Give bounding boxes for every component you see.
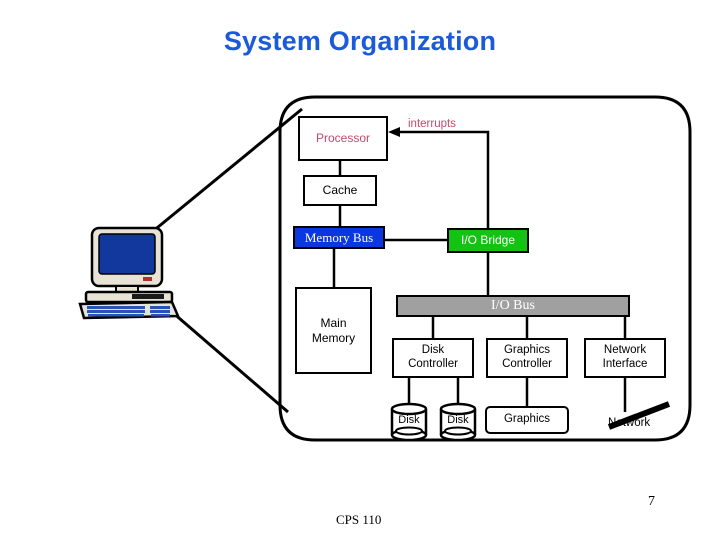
- box-graphics-label: Graphics: [503, 413, 551, 426]
- monitor-power-led: [143, 277, 152, 281]
- slide-canvas: System Organization Disk Disk Processor …: [0, 0, 720, 540]
- bar-memory-bus-label: Memory Bus: [304, 229, 374, 245]
- footer-course-label: CPS 110: [336, 512, 382, 527]
- floppy-slot: [132, 294, 164, 299]
- label-network: Network: [608, 417, 651, 429]
- bar-io-bridge-label: I/O Bridge: [460, 233, 516, 248]
- box-main-memory-label-line1: Main: [320, 316, 347, 331]
- box-main-memory: Main Memory: [295, 287, 372, 374]
- box-graphics-controller: Graphics Controller: [486, 338, 568, 378]
- footer-page-number: 7: [648, 494, 655, 509]
- keyboard-keys: [87, 306, 170, 317]
- box-cache: Cache: [303, 175, 377, 206]
- bar-memory-bus: Memory Bus: [293, 226, 385, 249]
- computer-clipart: [78, 226, 180, 320]
- bar-io-bus-label: I/O Bus: [491, 297, 535, 313]
- box-disk-controller-label-line2: Controller: [408, 358, 458, 370]
- box-main-memory-label-line2: Memory: [311, 330, 356, 345]
- disk-2-label: Disk: [447, 414, 469, 426]
- box-network-interface-label-line2: Interface: [602, 358, 648, 370]
- box-processor-label: Processor: [315, 131, 371, 146]
- device-disk-2: Disk: [437, 401, 479, 443]
- box-processor: Processor: [298, 116, 388, 161]
- bar-io-bus: I/O Bus: [396, 295, 630, 317]
- label-interrupts: interrupts: [408, 118, 456, 130]
- disk-1-label: Disk: [398, 414, 420, 426]
- monitor-screen: [98, 233, 156, 275]
- box-graphics-controller-label-line1: Graphics: [503, 344, 550, 357]
- box-network-interface-label-line1: Network: [603, 344, 647, 357]
- box-cache-label: Cache: [322, 183, 358, 198]
- box-graphics: Graphics: [485, 406, 569, 434]
- box-disk-controller: Disk Controller: [392, 338, 474, 378]
- box-disk-controller-label-line1: Disk: [421, 344, 445, 357]
- box-graphics-controller-label-line2: Controller: [502, 358, 552, 370]
- device-disk-1: Disk: [388, 401, 430, 443]
- bar-io-bridge: I/O Bridge: [447, 228, 529, 253]
- box-network-interface: Network Interface: [584, 338, 666, 378]
